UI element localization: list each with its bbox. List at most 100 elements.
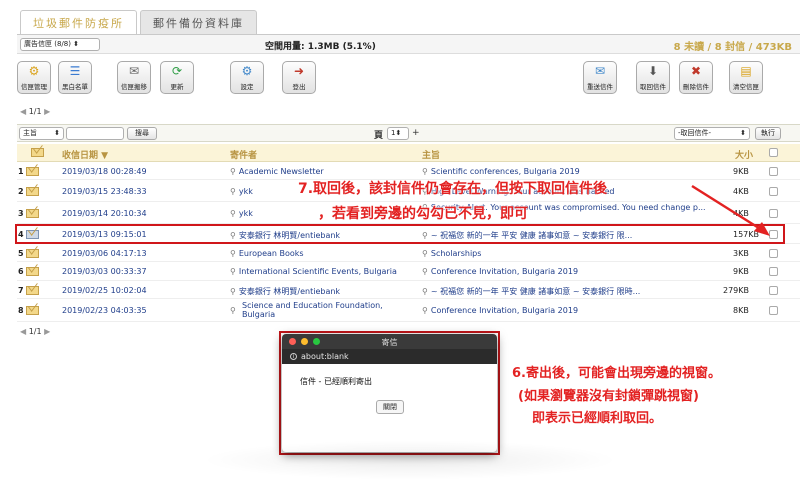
gear-icon: ⚙ — [241, 64, 253, 78]
refresh-icon: ⟳ — [171, 64, 183, 78]
row-subject-text: Conference Invitation, Bulgaria 2019 — [430, 306, 579, 315]
envelope-icon — [26, 209, 39, 218]
row-sender-text: International Scientific Events, Bulgari… — [238, 267, 397, 276]
header-sender[interactable]: 寄件者 — [230, 148, 257, 161]
arrow-shaft — [691, 184, 763, 232]
row-checkbox[interactable] — [769, 306, 778, 315]
row-sender[interactable]: ⚲ Science and Education Foundation, Bulga… — [230, 301, 415, 321]
table-row[interactable]: 7 2019/02/25 10:02:04 ⚲ 安泰銀行 林明賢/entieban… — [17, 281, 800, 299]
magnify-icon: ⚲ — [422, 249, 428, 258]
row-subject[interactable]: ⚲ Conference Invitation, Bulgaria 2019 — [422, 306, 722, 315]
row-date[interactable]: 2019/03/03 00:33:37 — [62, 267, 147, 276]
row-checkbox[interactable] — [769, 267, 778, 276]
row-sender[interactable]: ⚲ 安泰銀行 林明賢/entiebank — [230, 286, 415, 297]
row-date[interactable]: 2019/02/25 10:02:04 — [62, 286, 147, 295]
envelope-icon — [26, 187, 39, 196]
row-subject-text: ~ 祝福您 新的一年 平安 健康 諸事如意 ~ 安泰銀行 限時... — [430, 287, 641, 296]
row-date[interactable]: 2019/02/23 04:03:35 — [62, 306, 147, 315]
row-subject[interactable]: ⚲ Scholarships — [422, 249, 722, 258]
row-date[interactable]: 2019/03/18 00:28:49 — [62, 167, 147, 176]
pager-next-icon[interactable]: ▶ — [44, 327, 50, 336]
dialog-close-button[interactable]: 關閉 — [376, 400, 404, 414]
resend-icon: ✉ — [594, 64, 606, 78]
table-header: 收信日期 ▼ 寄件者 主旨 大小 — [17, 144, 800, 162]
header-date[interactable]: 收信日期 ▼ — [62, 148, 108, 161]
blackwhite-list-button[interactable]: ☰ 黑白名單 — [58, 61, 92, 94]
row-sender[interactable]: ⚲ European Books — [230, 249, 415, 258]
annotation-top-line1: 7.取回後，該封信件仍會存在，但按下取回信件後 — [298, 181, 608, 197]
action-select[interactable]: -取回信件- ⬍ — [674, 127, 750, 140]
row-date[interactable]: 2019/03/15 23:48:33 — [62, 187, 147, 196]
folder-manage-label: 信匣管理 — [21, 83, 47, 91]
row-size: 3KB — [733, 249, 749, 258]
tab-mail-backup[interactable]: 郵件備份資料庫 — [140, 10, 257, 34]
row-sender[interactable]: ⚲ International Scientific Events, Bulgar… — [230, 267, 415, 276]
search-button[interactable]: 搜尋 — [127, 127, 157, 140]
tab-spam-quarantine[interactable]: 垃圾郵件防疫所 — [20, 10, 137, 34]
row-subject[interactable]: ⚲ Scientific conferences, Bulgaria 2019 — [422, 167, 722, 176]
annotation-top-line2: ，若看到旁邊的勾勾已不見，即可 — [318, 206, 528, 222]
row-sender-text: Academic Newsletter — [238, 167, 324, 176]
row-checkbox[interactable] — [769, 286, 778, 295]
settings-button[interactable]: ⚙ 設定 — [230, 61, 264, 94]
magnify-icon: ⚲ — [230, 249, 236, 258]
filter-bar: 主旨 ⬍ 搜尋 頁 1⬍ + -取回信件- ⬍ 執行 — [17, 124, 800, 142]
pager-bottom: ◀ 1/1 ▶ — [20, 327, 50, 336]
folder-manage-button[interactable]: ⚙ 信匣管理 — [17, 61, 51, 94]
logout-label: 登出 — [292, 83, 306, 91]
move-folder-button[interactable]: ✉ 信匣搬移 — [117, 61, 151, 94]
row-sender-text: Science and Education Foundation, Bulgar… — [242, 301, 383, 319]
annotation-right-line1: 6.寄出後，可能會出現旁邊的視窗。 — [512, 366, 721, 381]
pager-page: 1/1 — [28, 327, 42, 336]
folder-select[interactable]: 廣告信匣 (8/8) ⬍ — [20, 38, 100, 51]
row-date[interactable]: 2019/03/14 20:10:34 — [62, 209, 147, 218]
row-sender-text: ykk — [238, 209, 253, 218]
table-row[interactable]: 5 2019/03/06 04:17:13 ⚲ European Books ⚲ S… — [17, 244, 800, 262]
header-size[interactable]: 大小 — [735, 148, 753, 161]
table-row[interactable]: 8 2019/02/23 04:03:35 ⚲ Science and Educa… — [17, 299, 800, 322]
folder-select-value: 廣告信匣 (8/8) — [24, 40, 71, 48]
magnify-icon: ⚲ — [422, 267, 428, 276]
info-icon: i — [290, 353, 297, 360]
envelope-icon — [26, 167, 39, 176]
delete-button[interactable]: ✖ 刪除信件 — [679, 61, 713, 94]
page-select[interactable]: 1⬍ — [387, 127, 409, 140]
retrieve-button[interactable]: ⬇ 取回信件 — [636, 61, 670, 94]
pager-prev-icon[interactable]: ◀ — [20, 327, 26, 336]
row-subject[interactable]: ⚲ ~ 祝福您 新的一年 平安 健康 諸事如意 ~ 安泰銀行 限時... — [422, 286, 722, 297]
logout-button[interactable]: ➜ 登出 — [282, 61, 316, 94]
annotation-arrow — [691, 184, 770, 236]
row-checkbox[interactable] — [769, 167, 778, 176]
header-subject[interactable]: 主旨 — [422, 148, 440, 161]
move-folder-label: 信匣搬移 — [121, 83, 147, 91]
page-plus[interactable]: + — [412, 128, 420, 138]
pager-next-icon[interactable]: ▶ — [44, 107, 50, 116]
search-field-select[interactable]: 主旨 ⬍ — [19, 127, 64, 140]
row-date[interactable]: 2019/03/06 04:17:13 — [62, 249, 147, 258]
annotation-right-line2: (如果瀏覽器沒有封鎖彈跳視窗) — [518, 389, 699, 404]
row-checkbox[interactable] — [769, 249, 778, 258]
row-index: 3 — [18, 209, 24, 218]
refresh-label: 更新 — [170, 83, 184, 91]
magnify-icon: ⚲ — [230, 209, 236, 218]
refresh-button[interactable]: ⟳ 更新 — [160, 61, 194, 94]
resend-button[interactable]: ✉ 重送信件 — [583, 61, 617, 94]
row-sender-text: ykk — [238, 187, 253, 196]
empty-folder-button[interactable]: ▤ 清空信匣 — [729, 61, 763, 94]
table-row[interactable]: 6 2019/03/03 00:33:37 ⚲ International Sci… — [17, 262, 800, 281]
background-glow — [200, 440, 620, 480]
magnify-icon: ⚲ — [230, 167, 236, 176]
select-all-checkbox[interactable] — [769, 148, 778, 157]
quota-label: 空間用量: 1.3MB (5.1%) — [265, 42, 376, 52]
execute-button[interactable]: 執行 — [755, 127, 781, 140]
tab-bar: 垃圾郵件防疫所 郵件備份資料庫 — [20, 10, 257, 34]
row-sender[interactable]: ⚲ Academic Newsletter — [230, 167, 415, 176]
pager-prev-icon[interactable]: ◀ — [20, 107, 26, 116]
envelope-icon — [26, 306, 39, 315]
search-input[interactable] — [66, 127, 124, 140]
pager-page: 1/1 — [28, 107, 42, 116]
row-size: 9KB — [733, 267, 749, 276]
header-date-label: 收信日期 — [62, 151, 99, 161]
row-index: 7 — [18, 286, 24, 295]
row-subject[interactable]: ⚲ Conference Invitation, Bulgaria 2019 — [422, 267, 722, 276]
